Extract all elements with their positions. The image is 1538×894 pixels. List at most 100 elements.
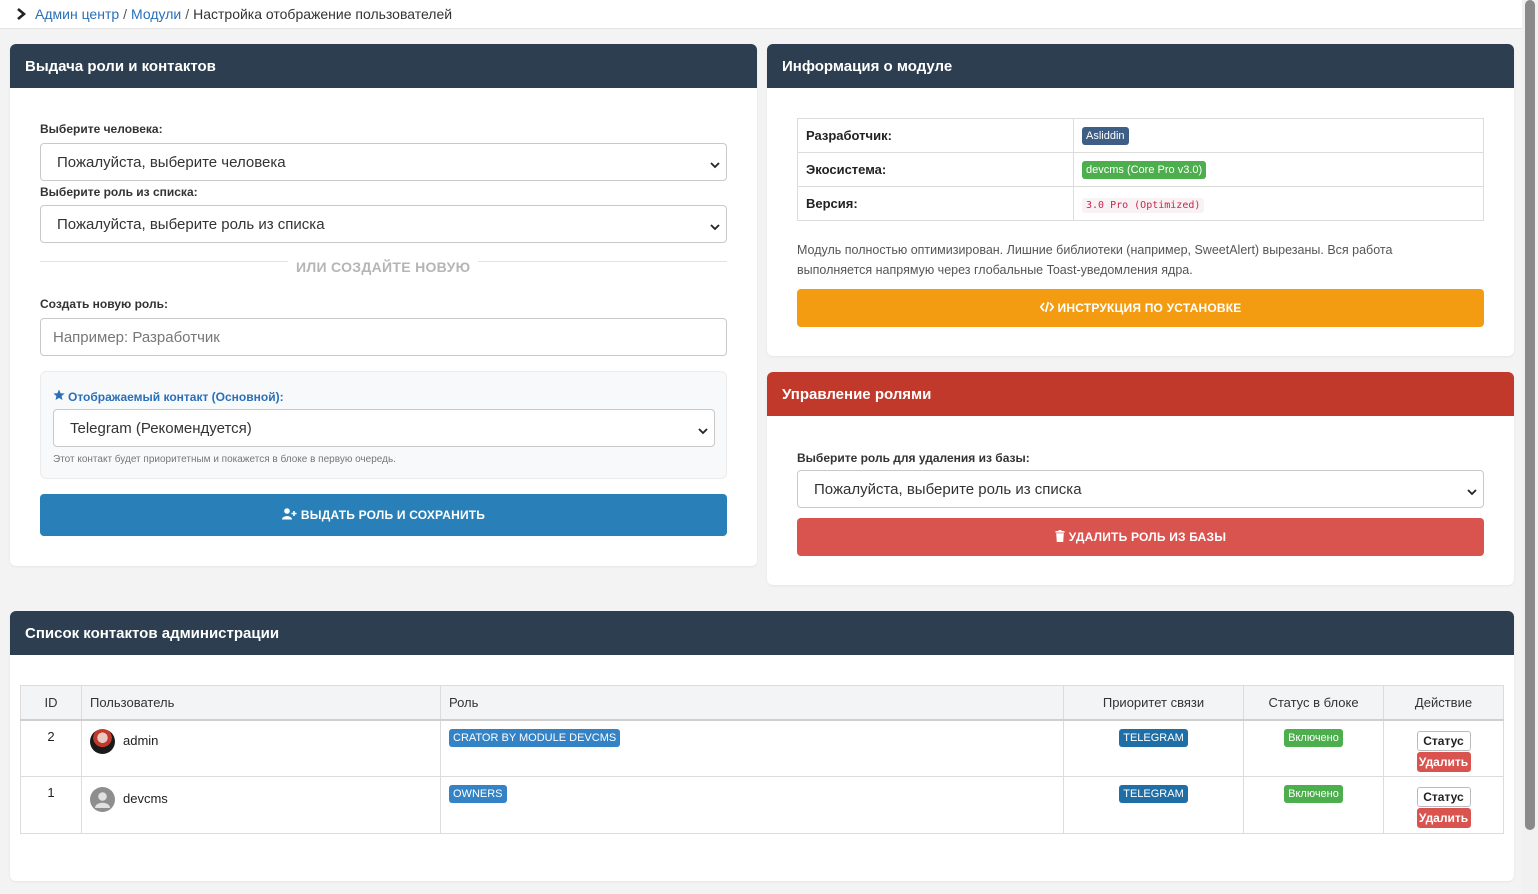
chevron-right-icon <box>16 7 30 21</box>
role-select[interactable]: Пожалуйста, выберите роль из списка <box>40 205 727 243</box>
toggle-status-button[interactable]: Статус <box>1416 730 1471 751</box>
toggle-status-button[interactable]: Статус <box>1416 787 1471 807</box>
role-badge: OWNERS <box>449 785 507 803</box>
info-key: Версия: <box>797 186 1074 221</box>
chevron-down-icon <box>1467 484 1477 496</box>
chevron-down-icon <box>710 219 720 231</box>
col-id: ID <box>20 685 82 721</box>
contact-select-value: Telegram (Рекомендуется) <box>70 419 252 437</box>
row-role: OWNERS <box>440 776 1064 834</box>
delete-role-button[interactable]: УДАЛИТЬ РОЛЬ ИЗ БАЗЫ <box>797 518 1484 556</box>
role-label: Выберите роль из списка: <box>40 185 198 199</box>
col-priority: Приоритет связи <box>1063 685 1244 721</box>
info-value: Asliddin <box>1073 118 1484 153</box>
contact-hint: Этот контакт будет приоритетным и покаже… <box>53 454 396 465</box>
user-plus-icon <box>281 507 297 523</box>
info-key: Разработчик: <box>797 118 1074 153</box>
username: devcms <box>123 791 168 806</box>
admin-contacts-table: ID Пользователь Роль Приоритет связи Ста… <box>20 685 1504 834</box>
info-key: Экосистема: <box>797 152 1074 187</box>
row-priority: TELEGRAM <box>1063 719 1244 777</box>
module-description: Модуль полностью оптимизирован. Лишние б… <box>797 243 1393 277</box>
info-value: 3.0 Pro (Optimized) <box>1073 186 1484 221</box>
breadcrumb-modules[interactable]: Модули <box>131 6 181 22</box>
breadcrumb-current: Настройка отображение пользователей <box>193 6 453 22</box>
roles-management-card: Управление ролями Выберите роль для удал… <box>767 372 1514 585</box>
module-info-card-title: Информация о модуле <box>767 44 1514 88</box>
table-header-row: ID Пользователь Роль Приоритет связи Ста… <box>20 685 1504 721</box>
install-instructions-button[interactable]: ИНСТРУКЦИЯ ПО УСТАНОВКЕ <box>797 289 1484 327</box>
table-row: 2 admin CRATOR BY MODULE DEVCMS TELEGRAM… <box>20 719 1504 777</box>
row-user: admin <box>81 719 441 777</box>
row-status: Включено <box>1243 719 1384 777</box>
priority-badge: TELEGRAM <box>1119 728 1188 747</box>
developer-badge: Asliddin <box>1082 126 1129 145</box>
table-row: 1 devcms OWNERS TELEGRAM Включено Статус… <box>20 776 1504 834</box>
star-icon <box>53 389 65 404</box>
status-badge: Включено <box>1284 785 1343 803</box>
admin-contacts-card-title: Список контактов администрации <box>10 611 1514 655</box>
contact-label: Отображаемый контакт (Основной): <box>53 389 284 404</box>
new-role-input[interactable]: Например: Разработчик <box>40 318 727 356</box>
module-info-table: Разработчик: Asliddin Экосистема: devcms… <box>797 118 1484 221</box>
version-code: 3.0 Pro (Optimized) <box>1082 198 1205 213</box>
user-cell: devcms <box>90 787 432 812</box>
col-action: Действие <box>1383 685 1504 721</box>
chevron-down-icon <box>710 157 720 169</box>
status-badge: Включено <box>1284 728 1343 747</box>
row-user: devcms <box>81 776 441 834</box>
person-select[interactable]: Пожалуйста, выберите человека <box>40 143 727 181</box>
assign-role-save-label: ВЫДАТЬ РОЛЬ И СОХРАНИТЬ <box>300 508 486 522</box>
role-badge: CRATOR BY MODULE DEVCMS <box>449 728 621 747</box>
code-icon <box>1039 301 1054 316</box>
contact-settings-box: Отображаемый контакт (Основной): Telegra… <box>40 371 727 479</box>
col-role: Роль <box>440 685 1064 721</box>
col-status: Статус в блоке <box>1243 685 1384 721</box>
admin-contacts-card: Список контактов администрации ID Пользо… <box>10 611 1514 881</box>
row-actions: Статус Удалить <box>1383 719 1504 777</box>
role-select-value: Пожалуйста, выберите роль из списка <box>57 215 325 233</box>
row-role: CRATOR BY MODULE DEVCMS <box>440 719 1064 777</box>
install-instructions-label: ИНСТРУКЦИЯ ПО УСТАНОВКЕ <box>1057 301 1242 315</box>
person-label: Выберите человека: <box>40 122 163 136</box>
chevron-down-icon <box>698 423 708 435</box>
avatar <box>90 728 115 754</box>
user-cell: admin <box>90 728 432 754</box>
priority-badge: TELEGRAM <box>1119 785 1188 803</box>
info-value: devcms (Core Pro v3.0) <box>1073 152 1484 187</box>
assign-role-card: Выдача роли и контактов Выберите человек… <box>10 44 757 566</box>
contact-label-text: Отображаемый контакт (Основной): <box>68 389 284 404</box>
breadcrumb-admin-center[interactable]: Админ центр <box>35 6 119 22</box>
contact-select[interactable]: Telegram (Рекомендуется) <box>53 409 715 447</box>
assign-role-save-button[interactable]: ВЫДАТЬ РОЛЬ И СОХРАНИТЬ <box>40 494 727 536</box>
avatar <box>90 787 115 812</box>
col-user: Пользователь <box>81 685 441 721</box>
delete-role-label-text: УДАЛИТЬ РОЛЬ ИЗ БАЗЫ <box>1068 530 1227 544</box>
row-id: 1 <box>20 776 82 834</box>
breadcrumb-separator: / <box>123 6 128 22</box>
breadcrumb: Админ центр / Модули / Настройка отображ… <box>0 0 1522 29</box>
row-priority: TELEGRAM <box>1063 776 1244 834</box>
module-info-card: Информация о модуле Разработчик: Asliddi… <box>767 44 1514 356</box>
scrollbar-thumb[interactable] <box>1525 0 1535 830</box>
info-row-version: Версия: 3.0 Pro (Optimized) <box>797 186 1484 221</box>
new-role-label: Создать новую роль: <box>40 297 168 311</box>
info-row-developer: Разработчик: Asliddin <box>797 118 1484 153</box>
breadcrumb-separator: / <box>185 6 190 22</box>
row-status: Включено <box>1243 776 1384 834</box>
scrollbar[interactable] <box>1522 0 1538 894</box>
delete-role-label: Выберите роль для удаления из базы: <box>797 451 1030 465</box>
row-actions: Статус Удалить <box>1383 776 1504 834</box>
person-select-value: Пожалуйста, выберите человека <box>57 153 286 171</box>
new-role-placeholder: Например: Разработчик <box>53 328 220 346</box>
delete-role-select-value: Пожалуйста, выберите роль из списка <box>814 480 1082 498</box>
or-create-new-text: ИЛИ СОЗДАЙТЕ НОВУЮ <box>288 259 479 275</box>
username: admin <box>123 732 159 748</box>
ecosystem-badge: devcms (Core Pro v3.0) <box>1082 160 1207 179</box>
roles-management-card-title: Управление ролями <box>767 372 1514 416</box>
delete-contact-button[interactable]: Удалить <box>1416 751 1471 772</box>
user-silhouette-icon <box>95 792 110 808</box>
delete-role-select[interactable]: Пожалуйста, выберите роль из списка <box>797 470 1484 508</box>
trash-icon <box>1055 529 1065 545</box>
delete-contact-button[interactable]: Удалить <box>1416 808 1471 828</box>
